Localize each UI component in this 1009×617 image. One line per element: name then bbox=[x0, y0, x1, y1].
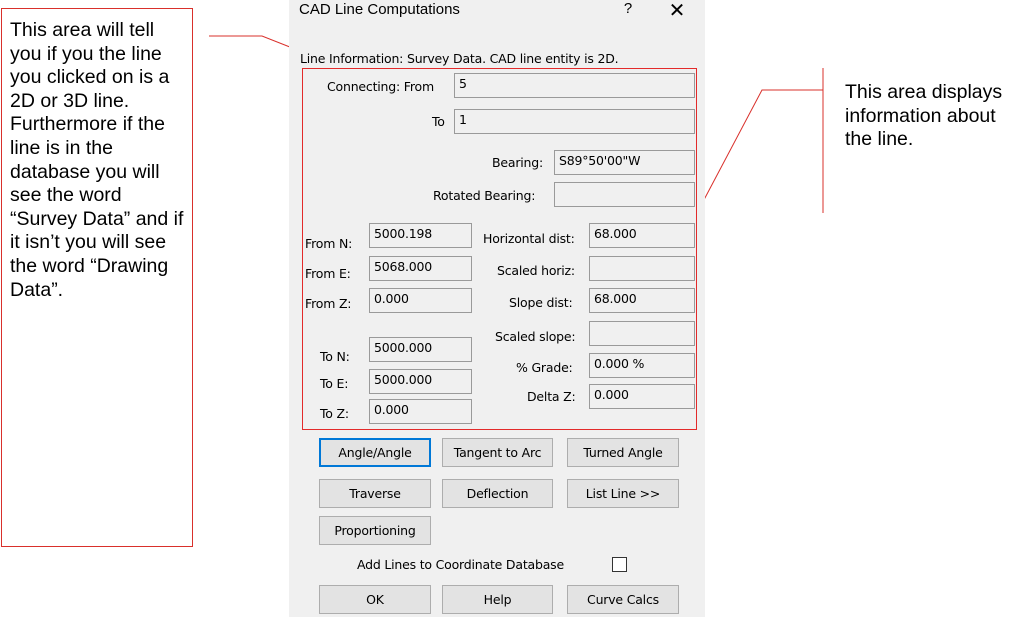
scaled-slope-field[interactable] bbox=[589, 321, 695, 346]
right-leader-line bbox=[696, 89, 823, 214]
scaled-slope-label: Scaled slope: bbox=[495, 329, 576, 344]
cad-line-computations-dialog: CAD Line Computations ? ✕ Line Informati… bbox=[289, 0, 705, 617]
rotated-bearing-label: Rotated Bearing: bbox=[433, 188, 536, 203]
from-z-field[interactable]: 0.000 bbox=[369, 288, 472, 313]
turned-angle-button[interactable]: Turned Angle bbox=[567, 438, 679, 467]
close-icon[interactable]: ✕ bbox=[666, 0, 688, 23]
horizontal-dist-label: Horizontal dist: bbox=[483, 231, 575, 246]
to-n-field[interactable]: 5000.000 bbox=[369, 337, 472, 362]
to-field[interactable]: 1 bbox=[454, 109, 695, 134]
bearing-label: Bearing: bbox=[492, 155, 544, 170]
traverse-button[interactable]: Traverse bbox=[319, 479, 431, 508]
help-button[interactable]: Help bbox=[442, 585, 553, 614]
to-e-label: To E: bbox=[320, 376, 349, 391]
to-z-label: To Z: bbox=[320, 406, 349, 421]
from-e-field[interactable]: 5068.000 bbox=[369, 256, 472, 281]
to-e-field[interactable]: 5000.000 bbox=[369, 369, 472, 394]
rotated-bearing-field[interactable] bbox=[554, 182, 695, 207]
to-n-label: To N: bbox=[320, 349, 350, 364]
proportioning-button[interactable]: Proportioning bbox=[319, 516, 431, 545]
curve-calcs-button[interactable]: Curve Calcs bbox=[567, 585, 679, 614]
to-z-field[interactable]: 0.000 bbox=[369, 399, 472, 424]
slope-dist-field[interactable]: 68.000 bbox=[589, 288, 695, 313]
dialog-title: CAD Line Computations bbox=[299, 1, 460, 18]
help-question-icon[interactable]: ? bbox=[620, 0, 636, 17]
to-label: To bbox=[432, 114, 445, 129]
tangent-to-arc-button[interactable]: Tangent to Arc bbox=[442, 438, 553, 467]
right-callout-text: This area displays information about the… bbox=[845, 81, 1003, 151]
connecting-from-label: Connecting: From bbox=[327, 79, 434, 94]
slope-dist-label: Slope dist: bbox=[509, 295, 573, 310]
deflection-button[interactable]: Deflection bbox=[442, 479, 553, 508]
add-lines-checkbox[interactable] bbox=[612, 557, 627, 572]
scaled-horiz-label: Scaled horiz: bbox=[497, 263, 575, 278]
from-e-label: From E: bbox=[305, 266, 351, 281]
delta-z-label: Delta Z: bbox=[527, 389, 576, 404]
grade-field[interactable]: 0.000 % bbox=[589, 353, 695, 378]
angle-angle-button[interactable]: Angle/Angle bbox=[319, 438, 431, 467]
left-callout-box: This area will tell you if you the line … bbox=[1, 8, 193, 547]
left-leader-line bbox=[209, 35, 301, 52]
bearing-field[interactable]: S89°50'00"W bbox=[554, 150, 695, 175]
connecting-from-field[interactable]: 5 bbox=[454, 73, 695, 98]
delta-z-field[interactable]: 0.000 bbox=[589, 384, 695, 409]
list-line-button[interactable]: List Line >> bbox=[567, 479, 679, 508]
add-lines-label: Add Lines to Coordinate Database bbox=[357, 557, 564, 572]
grade-label: % Grade: bbox=[516, 360, 573, 375]
horizontal-dist-field[interactable]: 68.000 bbox=[589, 223, 695, 248]
line-information-label: Line Information: Survey Data. CAD line … bbox=[300, 51, 619, 66]
left-callout-text: This area will tell you if you the line … bbox=[10, 19, 184, 301]
from-z-label: From Z: bbox=[305, 296, 352, 311]
line-info-panel: Connecting: From 5 To 1 Bearing: S89°50'… bbox=[302, 68, 697, 430]
ok-button[interactable]: OK bbox=[319, 585, 431, 614]
scaled-horiz-field[interactable] bbox=[589, 256, 695, 281]
from-n-label: From N: bbox=[305, 236, 353, 251]
from-n-field[interactable]: 5000.198 bbox=[369, 223, 472, 248]
